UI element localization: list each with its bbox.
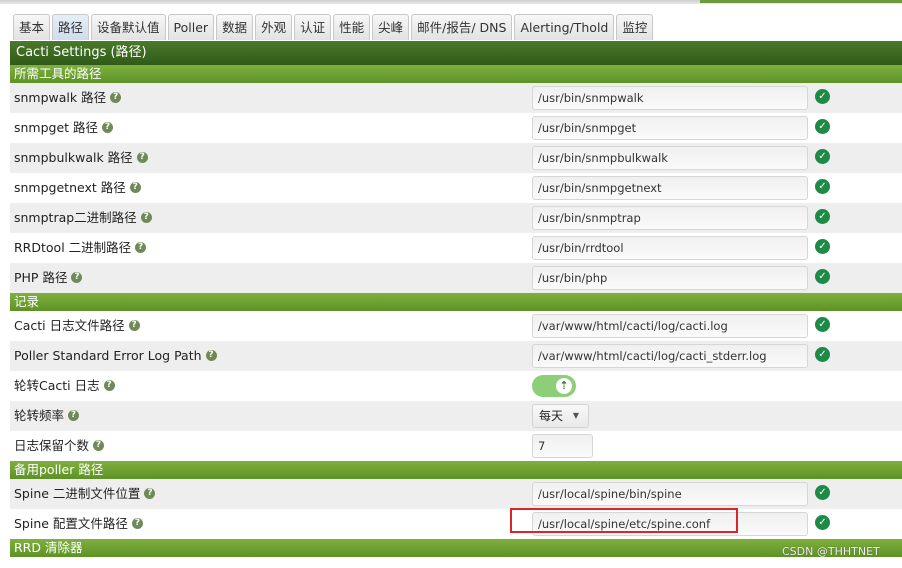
watermark: CSDN @THHTNET	[782, 545, 880, 558]
section-header-spine: 备用poller 路径	[10, 461, 902, 479]
check-icon: ✓	[815, 515, 830, 530]
php-path-input[interactable]: /usr/bin/php	[532, 266, 808, 290]
tab-monitor[interactable]: 监控	[616, 14, 654, 40]
tab-data[interactable]: 数据	[216, 14, 254, 40]
select-value: 每天	[539, 409, 564, 423]
tab-mail-dns[interactable]: 邮件/报告/ DNS	[411, 14, 513, 40]
setting-label: 轮转频率?	[14, 401, 80, 431]
setting-label: 日志保留个数?	[14, 431, 105, 461]
help-icon[interactable]: ?	[110, 92, 122, 103]
help-icon[interactable]: ?	[144, 488, 156, 499]
toggle-on-icon: ⇡	[556, 378, 572, 394]
help-icon[interactable]: ?	[136, 152, 148, 163]
setting-row-snmpget: snmpget 路径? /usr/bin/snmpget ✓	[10, 113, 902, 143]
rrdtool-path-input[interactable]: /usr/bin/rrdtool	[532, 236, 808, 260]
check-icon: ✓	[815, 209, 830, 224]
setting-label: snmptrap二进制路径?	[14, 203, 152, 233]
setting-label: Cacti 日志文件路径?	[14, 311, 140, 341]
top-accent	[700, 0, 902, 3]
tab-visual[interactable]: 外观	[255, 14, 293, 40]
snmpbulkwalk-path-input[interactable]: /usr/bin/snmpbulkwalk	[532, 146, 808, 170]
setting-row-snmptrap: snmptrap二进制路径? /usr/bin/snmptrap ✓	[10, 203, 902, 233]
section-header-tools: 所需工具的路径	[10, 65, 902, 83]
check-icon: ✓	[815, 317, 830, 332]
check-icon: ✓	[815, 239, 830, 254]
check-icon: ✓	[815, 269, 830, 284]
setting-row-spine-config: Spine 配置文件路径? /usr/local/spine/etc/spine…	[10, 508, 902, 539]
snmptrap-path-input[interactable]: /usr/bin/snmptrap	[532, 206, 808, 230]
help-icon[interactable]: ?	[128, 320, 140, 331]
tab-paths[interactable]: 路径	[52, 14, 90, 40]
check-icon: ✓	[815, 347, 830, 362]
check-icon: ✓	[815, 149, 830, 164]
check-icon: ✓	[815, 89, 830, 104]
setting-row-rotate-frequency: 轮转频率? 每天 ▼	[10, 401, 902, 431]
chevron-down-icon: ▼	[572, 411, 579, 420]
setting-row-snmpbulkwalk: snmpbulkwalk 路径? /usr/bin/snmpbulkwalk ✓	[10, 143, 902, 173]
setting-label: Spine 二进制文件位置?	[14, 479, 156, 509]
check-icon: ✓	[815, 119, 830, 134]
setting-label: PHP 路径?	[14, 263, 83, 293]
setting-row-spine-binary: Spine 二进制文件位置? /usr/local/spine/bin/spin…	[10, 479, 902, 509]
snmpwalk-path-input[interactable]: /usr/bin/snmpwalk	[532, 86, 808, 110]
setting-label: Spine 配置文件路径?	[14, 509, 143, 539]
check-icon: ✓	[815, 485, 830, 500]
tab-performance[interactable]: 性能	[333, 14, 371, 40]
setting-row-rrdtool: RRDtool 二进制路径? /usr/bin/rrdtool ✓	[10, 233, 902, 263]
setting-label: snmpbulkwalk 路径?	[14, 143, 148, 173]
tab-poller[interactable]: Poller	[167, 14, 215, 40]
settings-panel: Cacti Settings (路径) 所需工具的路径 snmpwalk 路径?…	[10, 41, 902, 557]
help-icon[interactable]: ?	[135, 242, 147, 253]
log-retention-input[interactable]: 7	[532, 434, 593, 458]
help-icon[interactable]: ?	[129, 182, 141, 193]
setting-label: snmpwalk 路径?	[14, 83, 122, 113]
setting-label: snmpget 路径?	[14, 113, 114, 143]
help-icon[interactable]: ?	[93, 440, 105, 451]
rotate-frequency-select[interactable]: 每天 ▼	[532, 404, 589, 428]
highlight-box	[510, 508, 738, 533]
setting-row-snmpwalk: snmpwalk 路径? /usr/bin/snmpwalk ✓	[10, 83, 902, 113]
help-icon[interactable]: ?	[103, 380, 115, 391]
snmpgetnext-path-input[interactable]: /usr/bin/snmpgetnext	[532, 176, 808, 200]
setting-row-cacti-log: Cacti 日志文件路径? /var/www/html/cacti/log/ca…	[10, 311, 902, 341]
help-icon[interactable]: ?	[140, 212, 152, 223]
setting-row-log-rotate: 轮转Cacti 日志? ⇡	[10, 371, 902, 401]
setting-label: snmpgetnext 路径?	[14, 173, 141, 203]
spine-binary-path-input[interactable]: /usr/local/spine/bin/spine	[532, 482, 808, 506]
settings-tabs: 基本 路径 设备默认值 Poller 数据 外观 认证 性能 尖峰 邮件/报告/…	[13, 14, 655, 41]
setting-row-snmpgetnext: snmpgetnext 路径? /usr/bin/snmpgetnext ✓	[10, 173, 902, 203]
setting-row-stderr-log: Poller Standard Error Log Path? /var/www…	[10, 341, 902, 371]
log-rotate-toggle[interactable]: ⇡	[532, 375, 576, 397]
tab-device-defaults[interactable]: 设备默认值	[91, 14, 166, 40]
setting-label: RRDtool 二进制路径?	[14, 233, 147, 263]
page-title: Cacti Settings (路径)	[10, 41, 902, 65]
tab-spikes[interactable]: 尖峰	[372, 14, 410, 40]
help-icon[interactable]: ?	[131, 518, 143, 529]
stderr-log-path-input[interactable]: /var/www/html/cacti/log/cacti_stderr.log	[532, 344, 808, 368]
section-header-logging: 记录	[10, 293, 902, 311]
setting-label: Poller Standard Error Log Path?	[14, 341, 217, 371]
section-header-rrd-cleaner: RRD 清除器	[10, 539, 902, 557]
tab-alerting[interactable]: Alerting/Thold	[514, 14, 615, 40]
help-icon[interactable]: ?	[68, 410, 80, 421]
help-icon[interactable]: ?	[71, 272, 83, 283]
setting-label: 轮转Cacti 日志?	[14, 371, 115, 401]
setting-row-log-retention: 日志保留个数? 7	[10, 431, 902, 461]
setting-row-php: PHP 路径? /usr/bin/php ✓	[10, 263, 902, 293]
snmpget-path-input[interactable]: /usr/bin/snmpget	[532, 116, 808, 140]
check-icon: ✓	[815, 179, 830, 194]
help-icon[interactable]: ?	[205, 350, 217, 361]
tab-auth[interactable]: 认证	[294, 14, 332, 40]
help-icon[interactable]: ?	[102, 122, 114, 133]
top-border	[0, 0, 902, 4]
cacti-log-path-input[interactable]: /var/www/html/cacti/log/cacti.log	[532, 314, 808, 338]
tab-basic[interactable]: 基本	[13, 14, 51, 40]
